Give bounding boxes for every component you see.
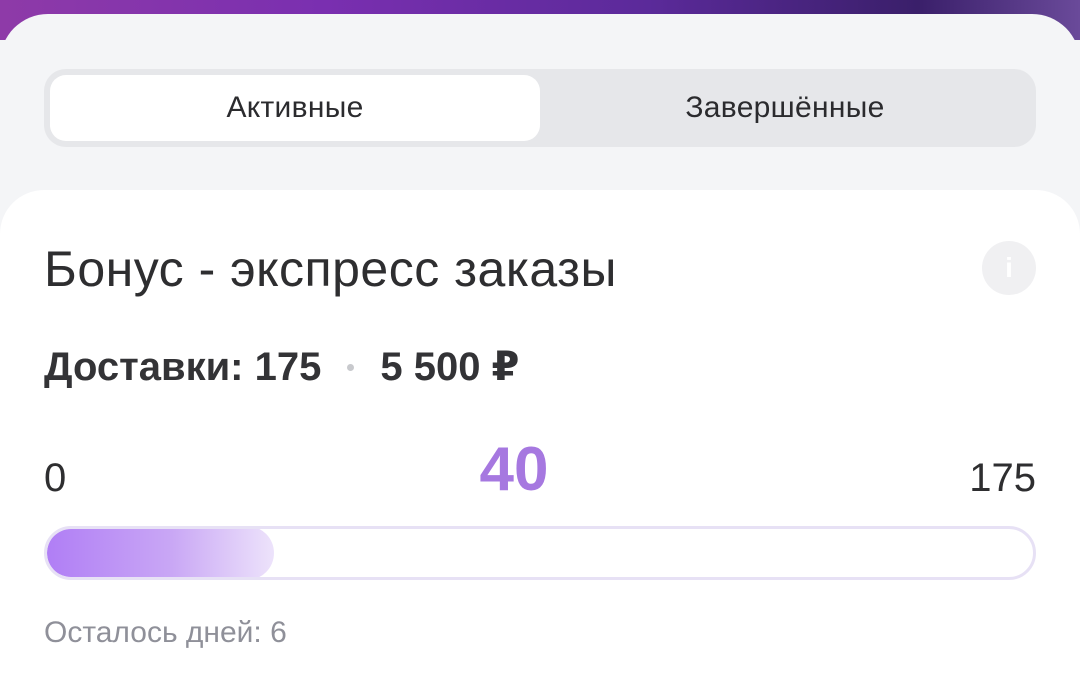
progress-fill [47,529,274,577]
progress-track [44,526,1036,580]
deliveries-count: Доставки: 175 [44,344,322,389]
separator-dot [347,363,355,371]
card-title: Бонус - экспресс заказы [44,241,617,297]
tab-active[interactable]: Активные [50,75,540,141]
progress-max: 175 [969,456,1036,500]
info-icon[interactable]: i [982,241,1036,295]
reward-amount: 5 500 ₽ [380,345,520,389]
tab-switcher: Активные Завершённые [44,69,1036,147]
progress-min: 0 [44,456,67,500]
days-left: Осталось дней: 6 [44,616,287,649]
card-stats: Доставки: 175 5 500 ₽ [44,344,519,390]
tab-completed[interactable]: Завершённые [540,75,1030,141]
progress-current: 40 [479,435,549,504]
